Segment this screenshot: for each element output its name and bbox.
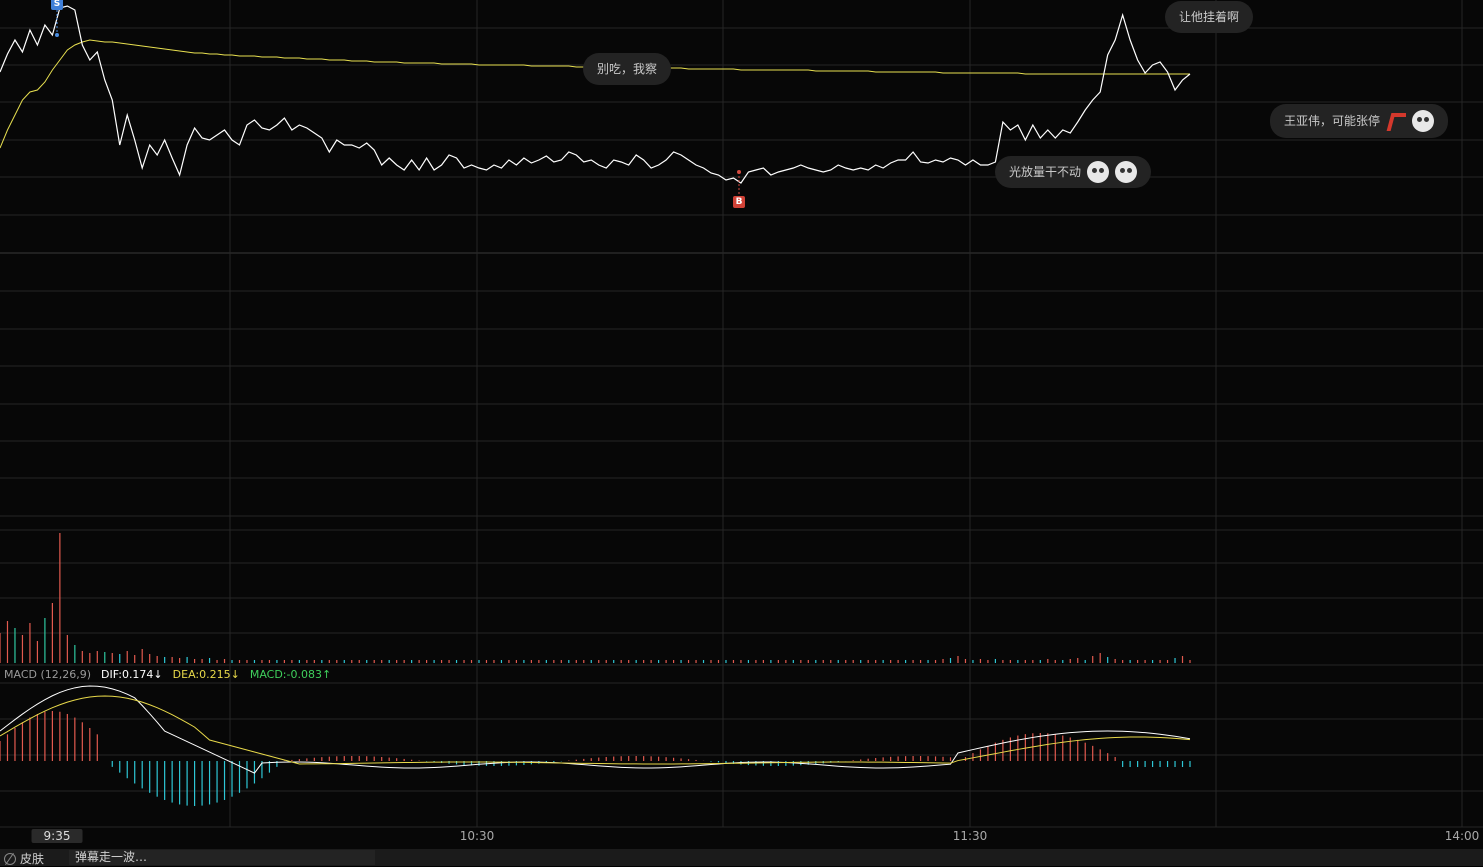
- grid: [0, 0, 1483, 828]
- danmu-text: 让他挂着啊: [1179, 10, 1240, 24]
- buy-marker[interactable]: B: [733, 196, 745, 208]
- danmu-bubble: 别吃，我察: [583, 53, 672, 85]
- skin-button[interactable]: 皮肤: [4, 850, 44, 867]
- time-tick: 11:30: [952, 829, 988, 843]
- bottom-bar: 皮肤 弹幕走一波…: [0, 849, 1483, 866]
- macd-legend: MACD (12,26,9) DIF:0.174↓ DEA:0.215↓ MAC…: [4, 667, 331, 682]
- time-tick: 14:00: [1444, 829, 1480, 843]
- buy-marker-dot: [737, 170, 741, 174]
- danmu-text: 别吃，我察: [597, 62, 658, 76]
- dif-line: [0, 685, 1191, 774]
- dif-value: DIF:0.174↓: [101, 668, 163, 681]
- dea-value: DEA:0.215↓: [172, 668, 240, 681]
- face-emoji-icon: [1412, 110, 1435, 132]
- skin-icon: [4, 852, 16, 865]
- danmu-bubble: 让他挂着啊: [1165, 1, 1254, 33]
- time-tick: 10:30: [459, 829, 495, 843]
- macd-params-label: MACD (12,26,9): [4, 668, 92, 681]
- intraday-chart-app: S B 让他挂着啊 别吃，我察 王亚伟，可能张停 光放量干不动 MACD (12…: [0, 0, 1483, 866]
- macd-value: MACD:-0.083↑: [249, 668, 332, 681]
- chart-canvas[interactable]: [0, 0, 1483, 849]
- danmu-bubble: 光放量干不动: [995, 156, 1152, 188]
- dea-line: [0, 695, 1191, 765]
- danmu-bubble: 王亚伟，可能张停: [1270, 104, 1449, 138]
- danmu-text: 光放量干不动: [1009, 165, 1082, 179]
- sell-marker-dot: [55, 33, 59, 37]
- red-flag-icon: [1386, 111, 1407, 131]
- time-tick: 9:35: [31, 829, 83, 843]
- face-emoji-icon: [1115, 161, 1138, 183]
- danmu-text: 王亚伟，可能张停: [1284, 114, 1381, 128]
- macd-histogram: [0, 711, 1191, 806]
- sell-marker[interactable]: S: [51, 0, 63, 10]
- skin-label: 皮肤: [20, 852, 45, 866]
- face-emoji-icon: [1087, 161, 1110, 183]
- danmu-input[interactable]: 弹幕走一波…: [69, 850, 375, 865]
